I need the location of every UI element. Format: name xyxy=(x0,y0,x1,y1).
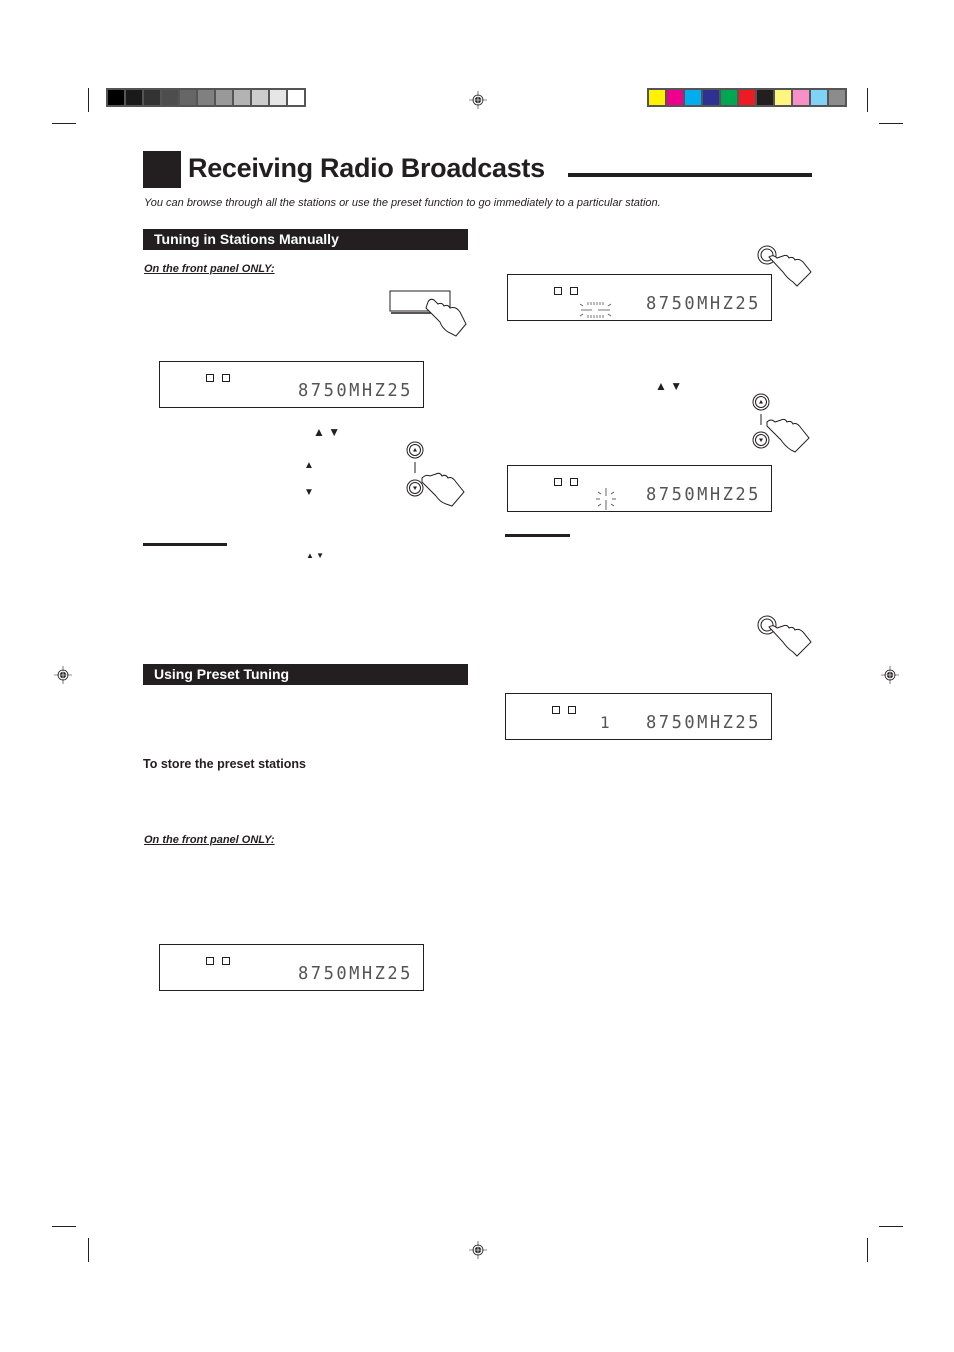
fm-display-panel: 8750MHZ25 xyxy=(159,361,424,408)
small-up-down-arrows: ▲ ▼ xyxy=(306,551,325,560)
gray-swatch xyxy=(288,90,304,105)
gray-swatch xyxy=(162,90,178,105)
crop-mark xyxy=(52,1226,76,1227)
fm-display-panel: 8750MHZ25 xyxy=(159,944,424,991)
indicator-square xyxy=(206,957,214,965)
color-swatch xyxy=(775,90,791,105)
frequency-readout: 8750MHZ25 xyxy=(646,484,761,505)
section-number-block xyxy=(143,151,181,188)
finger-press-round-button-icon xyxy=(757,615,812,657)
registration-mark-icon xyxy=(881,666,899,684)
registration-mark-icon xyxy=(54,666,72,684)
color-swatch xyxy=(703,90,719,105)
color-swatch xyxy=(739,90,755,105)
indicator-square xyxy=(570,478,578,486)
color-bar xyxy=(647,88,847,107)
fm-display-panel: 8750MHZ25 xyxy=(507,465,772,512)
blinking-digit-icon xyxy=(596,488,616,510)
crop-mark xyxy=(879,123,903,124)
color-swatch xyxy=(649,90,665,105)
indicator-square xyxy=(206,374,214,382)
note-rule xyxy=(505,534,570,537)
fm-display-panel: 1 8750MHZ25 xyxy=(505,693,772,740)
front-panel-note: On the front panel ONLY: xyxy=(144,263,275,275)
subheading-store-presets: To store the preset stations xyxy=(143,757,306,771)
color-swatch xyxy=(685,90,701,105)
gray-swatch xyxy=(252,90,268,105)
section-heading-manual-tuning: Tuning in Stations Manually xyxy=(143,229,468,250)
frequency-readout: 8750MHZ25 xyxy=(298,963,413,984)
indicator-square xyxy=(568,706,576,714)
indicator-square xyxy=(552,706,560,714)
page-title: Receiving Radio Broadcasts xyxy=(188,153,545,183)
gray-swatch xyxy=(144,90,160,105)
finger-press-updown-icon xyxy=(406,441,465,507)
indicator-square xyxy=(554,287,562,295)
frequency-readout: 8750MHZ25 xyxy=(298,380,413,401)
crop-mark xyxy=(88,1238,89,1262)
note-rule xyxy=(143,543,227,546)
finger-press-updown-icon xyxy=(752,393,810,453)
color-swatch xyxy=(757,90,773,105)
color-swatch xyxy=(829,90,845,105)
finger-press-button-icon xyxy=(389,290,467,337)
indicator-square xyxy=(222,374,230,382)
color-swatch xyxy=(721,90,737,105)
front-panel-note: On the front panel ONLY: xyxy=(144,834,275,846)
color-swatch xyxy=(667,90,683,105)
up-arrow-label: ▲ xyxy=(304,460,314,471)
up-down-arrows-label: ▲ ▼ xyxy=(313,425,341,439)
up-down-arrows-label: ▲ ▼ xyxy=(655,379,683,393)
crop-mark xyxy=(867,88,868,112)
section-heading-preset-tuning: Using Preset Tuning xyxy=(143,664,468,685)
crop-mark xyxy=(88,88,89,112)
crop-mark xyxy=(867,1238,868,1262)
gray-swatch xyxy=(270,90,286,105)
gray-swatch xyxy=(126,90,142,105)
indicator-square xyxy=(222,957,230,965)
gray-swatch xyxy=(198,90,214,105)
registration-mark-icon xyxy=(469,1241,487,1259)
indicator-square xyxy=(554,478,562,486)
crop-mark xyxy=(52,123,76,124)
preset-number: 1 xyxy=(600,713,610,732)
indicator-square xyxy=(570,287,578,295)
gray-swatch xyxy=(108,90,124,105)
frequency-readout: 8750MHZ25 xyxy=(646,712,761,733)
down-arrow-label: ▼ xyxy=(304,487,314,498)
registration-mark-icon xyxy=(469,91,487,109)
crop-mark xyxy=(879,1226,903,1227)
color-swatch xyxy=(793,90,809,105)
gray-swatch xyxy=(180,90,196,105)
gray-swatch xyxy=(216,90,232,105)
fm-display-panel: 8750MHZ25 xyxy=(507,274,772,321)
frequency-readout: 8750MHZ25 xyxy=(646,293,761,314)
title-rule xyxy=(568,173,812,177)
blinking-preset-icon xyxy=(579,302,612,318)
gray-swatch xyxy=(234,90,250,105)
intro-text: You can browse through all the stations … xyxy=(144,197,661,209)
grayscale-bar xyxy=(106,88,306,107)
color-swatch xyxy=(811,90,827,105)
